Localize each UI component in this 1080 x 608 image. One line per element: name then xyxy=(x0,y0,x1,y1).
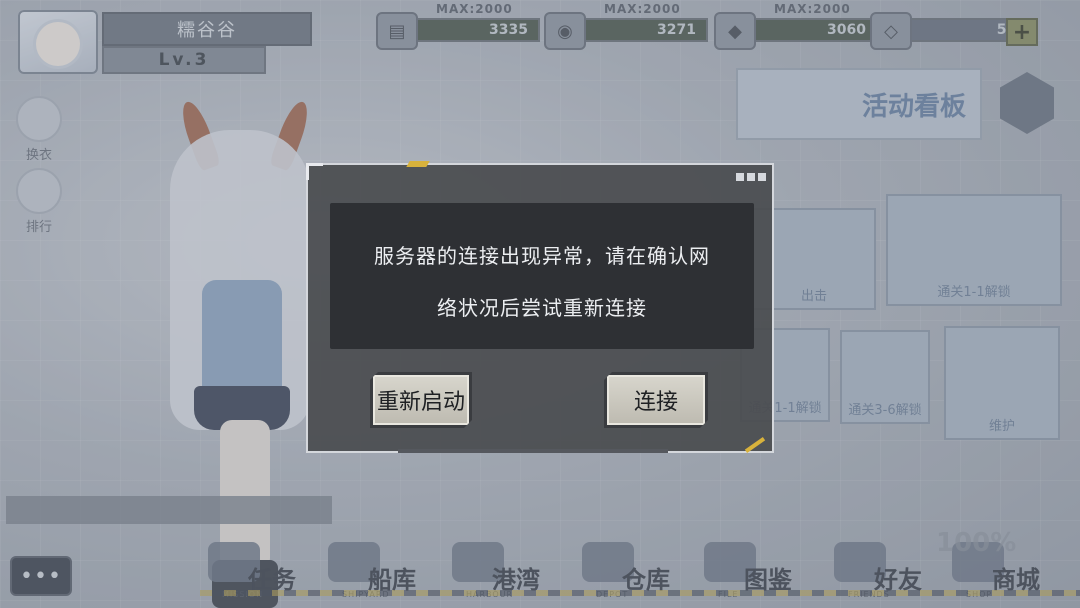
corner-bracket xyxy=(306,163,323,180)
bottom-strip xyxy=(398,449,668,453)
message-box: 服务器的连接出现异常，请在确认网 络状况后尝试重新连接 xyxy=(330,203,754,349)
error-message: 服务器的连接出现异常，请在确认网 络状况后尝试重新连接 xyxy=(350,231,734,335)
restart-button[interactable]: 重新启动 xyxy=(370,372,472,428)
message-line-2: 络状况后尝试重新连接 xyxy=(437,298,647,320)
grid-dots-icon xyxy=(736,173,766,181)
connection-error-dialog: 服务器的连接出现异常，请在确认网 络状况后尝试重新连接 重新启动 连接 xyxy=(306,161,774,453)
connect-button[interactable]: 连接 xyxy=(604,372,708,428)
accent-stripe xyxy=(406,161,430,167)
accent-stripe xyxy=(744,437,766,453)
message-line-1: 服务器的连接出现异常，请在确认网 xyxy=(374,246,710,268)
